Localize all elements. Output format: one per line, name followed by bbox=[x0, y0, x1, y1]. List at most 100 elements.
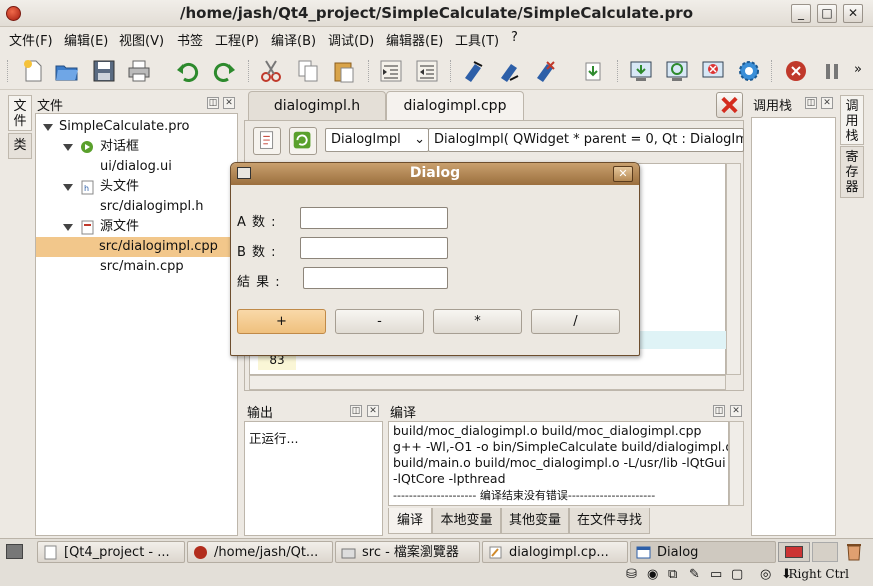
menu-edit[interactable]: 编辑(E) bbox=[64, 30, 108, 49]
tree-item-file-selected[interactable]: src/dialogimpl.cpp bbox=[36, 237, 237, 257]
tab-compile[interactable]: 编译 bbox=[388, 508, 432, 534]
expand-arrow-icon[interactable] bbox=[43, 124, 53, 131]
compile-scrollbar[interactable] bbox=[729, 421, 744, 506]
tab-files[interactable]: 文件 bbox=[8, 95, 32, 131]
tree-item-sources[interactable]: 源文件 bbox=[36, 217, 237, 237]
mouse-integration-icon[interactable]: ◎ bbox=[760, 567, 771, 582]
class-combo[interactable]: DialogImpl ⌄ bbox=[325, 128, 429, 152]
new-file-icon[interactable] bbox=[20, 58, 46, 84]
divide-button[interactable]: / bbox=[531, 309, 620, 334]
tree-item-file[interactable]: ui/dialog.ui bbox=[36, 157, 237, 177]
redo-icon[interactable] bbox=[211, 58, 237, 84]
menu-build[interactable]: 编译(B) bbox=[271, 30, 316, 49]
expand-arrow-icon[interactable] bbox=[63, 144, 73, 151]
tab-find-in-files[interactable]: 在文件寻找 bbox=[569, 508, 650, 534]
compile-icon[interactable] bbox=[628, 58, 654, 84]
bookmark-next-icon[interactable] bbox=[496, 58, 522, 84]
expand-arrow-icon[interactable] bbox=[63, 184, 73, 191]
cut-icon[interactable] bbox=[258, 58, 284, 84]
task-file-browser[interactable]: src - 檔案瀏覽器 bbox=[335, 541, 480, 563]
input-a[interactable] bbox=[300, 207, 448, 229]
paste-icon[interactable] bbox=[331, 58, 357, 84]
stop-build-icon[interactable] bbox=[700, 58, 726, 84]
usb-icon[interactable]: ✎ bbox=[689, 567, 700, 582]
project-tree: SimpleCalculate.pro 对话框 ui/dialog.ui h 头… bbox=[35, 113, 238, 536]
build-icon[interactable] bbox=[580, 58, 606, 84]
bookmark-prev-icon[interactable] bbox=[460, 58, 486, 84]
refresh-button[interactable] bbox=[289, 127, 317, 155]
menu-project[interactable]: 工程(P) bbox=[215, 30, 259, 49]
open-folder-icon[interactable] bbox=[54, 58, 80, 84]
float-icon[interactable]: ◫ bbox=[805, 97, 817, 109]
cd-icon[interactable]: ◉ bbox=[647, 567, 658, 582]
workspace-switcher[interactable] bbox=[778, 542, 810, 562]
close-editor-button[interactable] bbox=[716, 92, 743, 118]
compile-line: -lQtCore -lpthread bbox=[393, 471, 506, 486]
menu-debug[interactable]: 调试(D) bbox=[328, 30, 374, 49]
tab-classes[interactable]: 类 bbox=[8, 133, 32, 159]
tab-other-vars[interactable]: 其他变量 bbox=[501, 508, 569, 534]
task-dialog[interactable]: Dialog bbox=[630, 541, 776, 563]
copy-icon[interactable] bbox=[295, 58, 321, 84]
close-icon[interactable]: ✕ bbox=[730, 405, 742, 417]
add-button[interactable]: + bbox=[237, 309, 326, 334]
float-icon[interactable]: ◫ bbox=[207, 97, 219, 109]
toolbar-overflow-button[interactable]: » bbox=[854, 62, 862, 77]
close-icon[interactable]: ✕ bbox=[367, 405, 379, 417]
result-field[interactable] bbox=[303, 267, 448, 289]
task-terminal[interactable]: /home/jash/Qt... bbox=[187, 541, 333, 563]
rebuild-icon[interactable] bbox=[664, 58, 690, 84]
multiply-button[interactable]: * bbox=[433, 309, 522, 334]
indent-icon[interactable] bbox=[378, 58, 404, 84]
workspace-switcher[interactable] bbox=[812, 542, 838, 562]
input-b[interactable] bbox=[300, 237, 448, 259]
toggle-header-button[interactable] bbox=[253, 127, 281, 155]
minimize-button[interactable]: _ bbox=[791, 4, 811, 23]
editor-vertical-scrollbar[interactable] bbox=[726, 163, 741, 375]
float-icon[interactable]: ◫ bbox=[713, 405, 725, 417]
task-editor[interactable]: dialogimpl.cp... bbox=[482, 541, 628, 563]
editor-horizontal-scrollbar[interactable] bbox=[249, 375, 726, 390]
settings-gear-icon[interactable] bbox=[736, 58, 762, 84]
tab-registers[interactable]: 寄存器 bbox=[840, 146, 864, 198]
menu-tools[interactable]: 工具(T) bbox=[455, 30, 499, 49]
menu-view[interactable]: 视图(V) bbox=[119, 30, 164, 49]
tree-item-project[interactable]: SimpleCalculate.pro bbox=[36, 117, 237, 137]
close-icon[interactable]: ✕ bbox=[223, 97, 235, 109]
trash-icon[interactable] bbox=[845, 541, 863, 561]
subtract-button[interactable]: - bbox=[335, 309, 424, 334]
close-button[interactable]: ✕ bbox=[843, 4, 863, 23]
network-icon[interactable]: ⧉ bbox=[668, 567, 677, 582]
shared-folder-icon[interactable]: ▭ bbox=[710, 567, 722, 582]
tab-dialogimpl-cpp[interactable]: dialogimpl.cpp bbox=[386, 91, 524, 120]
stop-debug-icon[interactable] bbox=[783, 58, 809, 84]
show-desktop-icon[interactable] bbox=[6, 544, 23, 559]
tab-callstack[interactable]: 调用栈 bbox=[840, 95, 864, 145]
tab-dialogimpl-h[interactable]: dialogimpl.h bbox=[248, 91, 386, 120]
tree-item-headers[interactable]: h 头文件 bbox=[36, 177, 237, 197]
menu-help[interactable]: ? bbox=[511, 30, 518, 45]
undo-icon[interactable] bbox=[175, 58, 201, 84]
unindent-icon[interactable] bbox=[414, 58, 440, 84]
task-qt4-project[interactable]: [Qt4_project - ... bbox=[37, 541, 185, 563]
dialog-close-button[interactable]: ✕ bbox=[613, 166, 633, 182]
method-combo[interactable]: DialogImpl( QWidget * parent = 0, Qt : D… bbox=[428, 128, 744, 152]
float-icon[interactable]: ◫ bbox=[350, 405, 362, 417]
bookmark-clear-icon[interactable] bbox=[532, 58, 558, 84]
tab-local-vars[interactable]: 本地变量 bbox=[432, 508, 501, 534]
close-icon[interactable]: ✕ bbox=[821, 97, 833, 109]
maximize-button[interactable]: □ bbox=[817, 4, 837, 23]
menu-editor[interactable]: 编辑器(E) bbox=[386, 30, 443, 49]
save-icon[interactable] bbox=[91, 58, 117, 84]
print-icon[interactable] bbox=[126, 58, 152, 84]
expand-arrow-icon[interactable] bbox=[63, 224, 73, 231]
hard-disk-icon[interactable]: ⛁ bbox=[626, 567, 637, 582]
tree-item-forms[interactable]: 对话框 bbox=[36, 137, 237, 157]
source-file-icon bbox=[81, 220, 94, 235]
menu-bookmarks[interactable]: 书签 bbox=[177, 30, 203, 49]
menu-file[interactable]: 文件(F) bbox=[9, 30, 53, 49]
tree-item-file[interactable]: src/dialogimpl.h bbox=[36, 197, 237, 217]
tree-item-file[interactable]: src/main.cpp bbox=[36, 257, 237, 277]
pause-icon[interactable] bbox=[819, 58, 845, 84]
display-icon[interactable]: ▢ bbox=[731, 567, 743, 582]
